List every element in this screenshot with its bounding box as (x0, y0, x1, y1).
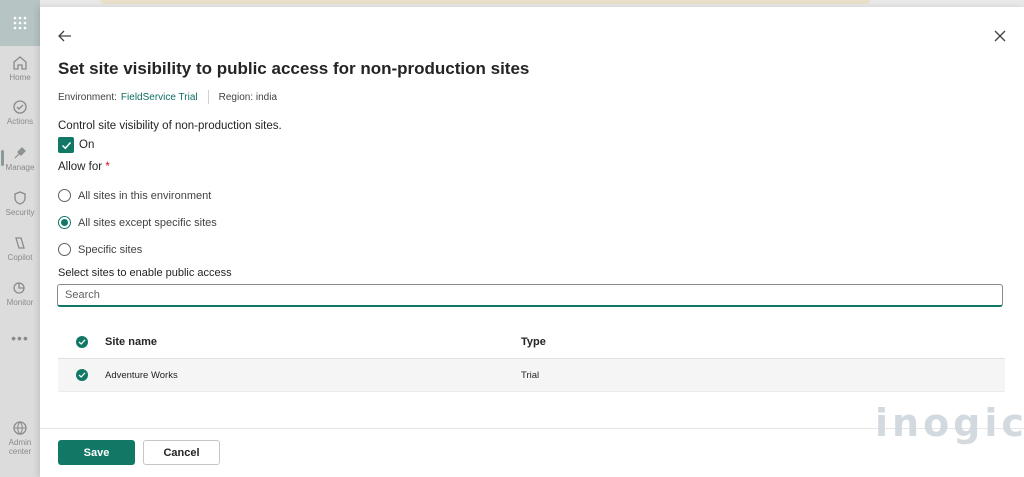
select-all-checkmark-icon[interactable] (75, 335, 88, 348)
radio-label: Specific sites (78, 243, 143, 256)
environment-label: Environment: (58, 91, 117, 103)
copilot-icon (15, 237, 25, 249)
allow-for-text: Allow for (58, 161, 103, 173)
table-header: Site name Type (58, 325, 1005, 359)
environment-info: Environment: FieldService Trial Region: … (58, 90, 277, 104)
browser-top-strip (100, 0, 870, 4)
sites-table: Site name Type Adventure Works Trial (58, 325, 1005, 392)
visibility-checkbox[interactable] (58, 137, 74, 153)
environment-link[interactable]: FieldService Trial (121, 92, 198, 103)
checkmark-icon (61, 141, 71, 149)
back-button[interactable] (56, 27, 74, 45)
visibility-toggle-row: On (58, 137, 94, 153)
close-icon (994, 30, 1006, 42)
rail-item-monitor[interactable]: Monitor (0, 280, 40, 307)
select-sites-label: Select sites to enable public access (58, 267, 232, 279)
radio-button-selected[interactable] (58, 216, 71, 229)
close-button[interactable] (992, 28, 1008, 44)
rail-item-actions[interactable]: Actions (0, 99, 40, 126)
left-nav-rail: Home Actions Manage Security Copilot Mon… (0, 0, 40, 477)
admin-center-icon (13, 421, 27, 435)
divider (207, 90, 209, 104)
more-icon: ••• (11, 330, 29, 346)
actions-icon (13, 100, 27, 114)
rail-more-button[interactable]: ••• (0, 330, 40, 346)
radio-button[interactable] (58, 243, 71, 256)
search-input[interactable] (57, 284, 1003, 307)
rail-item-home[interactable]: Home (0, 55, 40, 82)
select-all-cell[interactable] (58, 335, 105, 348)
radio-dot (61, 219, 68, 226)
app-launcher-button[interactable] (0, 0, 40, 46)
radio-button[interactable] (58, 189, 71, 202)
panel-title: Set site visibility to public access for… (58, 59, 530, 78)
radio-specific-sites[interactable]: Specific sites (58, 243, 142, 256)
column-header-type[interactable]: Type (521, 336, 1005, 348)
rail-item-copilot[interactable]: Copilot (0, 235, 40, 262)
rail-item-manage[interactable]: Manage (0, 145, 40, 172)
radio-all-sites[interactable]: All sites in this environment (58, 189, 211, 202)
radio-all-except-specific[interactable]: All sites except specific sites (58, 216, 217, 229)
region-text: Region: india (218, 91, 277, 103)
arrow-left-icon (58, 30, 71, 42)
home-icon (13, 56, 27, 70)
row-select-cell[interactable] (58, 369, 105, 381)
radio-label: All sites except specific sites (78, 216, 217, 229)
rail-item-admin-center[interactable]: Admin center (0, 420, 40, 456)
toggle-state-label: On (79, 139, 95, 151)
inogic-watermark-logo: inogic (875, 401, 1024, 445)
required-mark: * (105, 161, 110, 173)
site-type-cell: Trial (521, 369, 540, 381)
control-visibility-label: Control site visibility of non-productio… (58, 120, 282, 132)
row-checkmark-icon[interactable] (75, 369, 88, 381)
cancel-button[interactable]: Cancel (143, 440, 220, 465)
site-name-cell: Adventure Works (105, 369, 178, 381)
monitor-icon (13, 282, 25, 294)
manage-icon (14, 147, 26, 159)
allow-for-label: Allow for * (58, 161, 110, 173)
waffle-icon (13, 16, 27, 30)
table-row[interactable]: Adventure Works Trial (58, 359, 1005, 392)
rail-item-security[interactable]: Security (0, 190, 40, 217)
save-button[interactable]: Save (58, 440, 135, 465)
column-header-site-name[interactable]: Site name (105, 336, 521, 348)
radio-label: All sites in this environment (78, 189, 212, 202)
shield-icon (14, 191, 26, 205)
